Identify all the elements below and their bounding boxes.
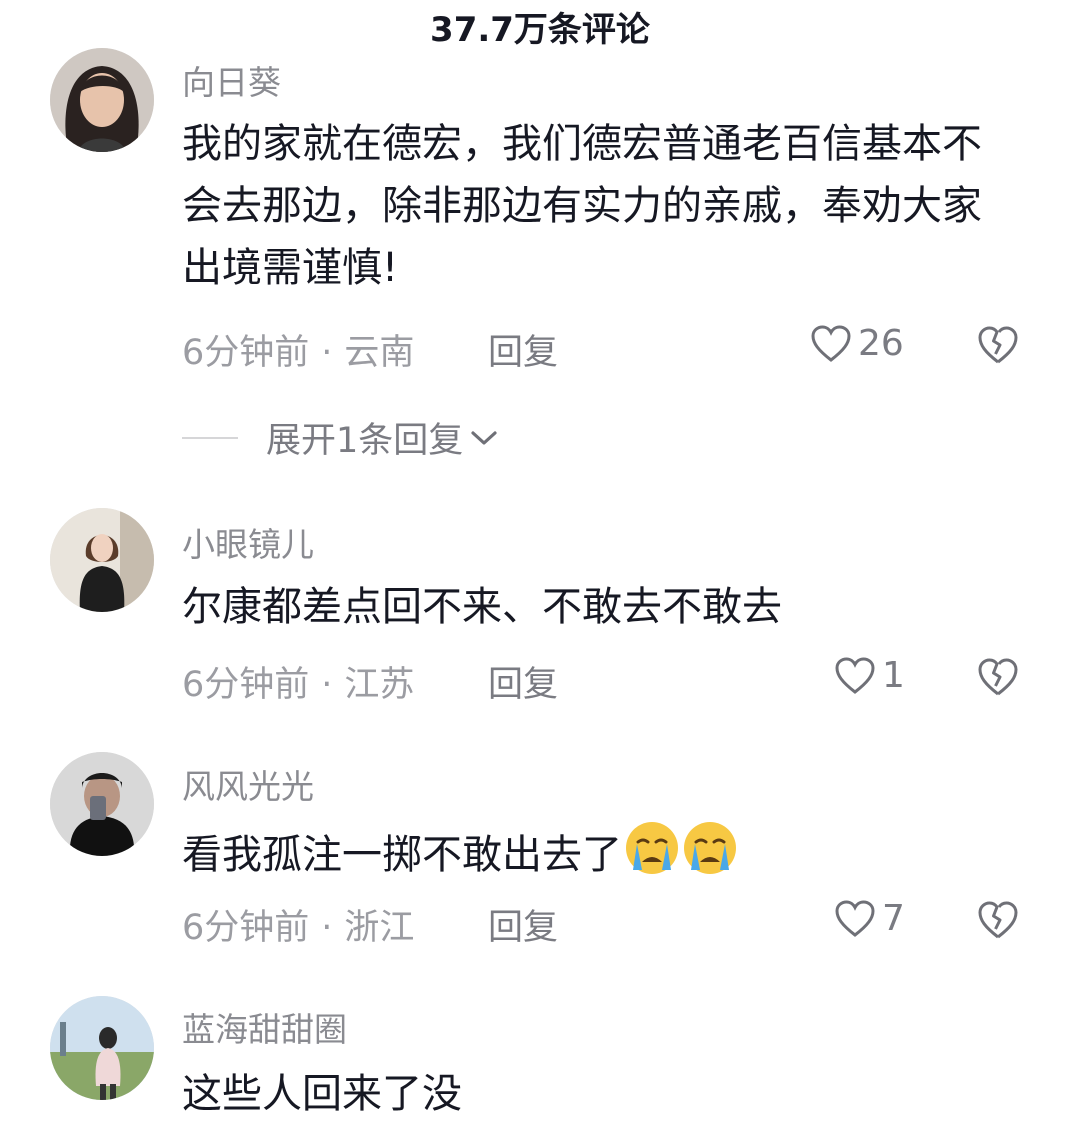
reply-button[interactable]: 回复 xyxy=(488,656,558,707)
comment-username[interactable]: 小眼镜儿 xyxy=(182,518,314,566)
comment-location: 云南 xyxy=(344,333,415,373)
broken-heart-outline-icon[interactable] xyxy=(976,656,1020,698)
like-count: 1 xyxy=(882,655,905,696)
meta-separator: · xyxy=(321,333,333,373)
meta-separator: · xyxy=(321,908,333,948)
like-button[interactable]: 7 xyxy=(834,898,905,939)
like-button[interactable]: 1 xyxy=(834,655,905,696)
like-count: 7 xyxy=(882,898,905,939)
heart-outline-icon xyxy=(835,656,875,694)
comment-meta: 6分钟前 · 江苏 xyxy=(182,656,414,707)
comments-count-title: 37.7万条评论 xyxy=(430,10,650,50)
comment-text: 看我孤注一掷不敢出去了 xyxy=(182,820,1012,886)
comment-username[interactable]: 向日葵 xyxy=(182,56,281,104)
heart-outline-icon xyxy=(835,899,875,937)
chevron-down-icon xyxy=(471,430,497,445)
reply-button[interactable]: 回复 xyxy=(488,324,558,375)
meta-separator: · xyxy=(321,665,333,705)
comment-username[interactable]: 风风光光 xyxy=(182,760,314,808)
expand-replies-button[interactable]: 展开1条回复 xyxy=(182,412,499,463)
reply-button[interactable]: 回复 xyxy=(488,899,558,950)
comment-time: 6分钟前 xyxy=(182,333,310,373)
comment-text: 我的家就在德宏，我们德宏普通老百信基本不会去那边，除非那边有实力的亲戚，奉劝大家… xyxy=(182,121,982,291)
comment-username[interactable]: 蓝海甜甜圈 xyxy=(182,1003,347,1051)
crying-face-icon xyxy=(626,822,678,874)
crying-face-icon xyxy=(684,822,736,874)
avatar[interactable] xyxy=(50,508,154,612)
comment-text: 这些人回来了没 xyxy=(182,1071,462,1117)
comment-text: 尔康都差点回不来、不敢去不敢去 xyxy=(182,584,782,630)
avatar[interactable] xyxy=(50,752,154,856)
comment-time: 6分钟前 xyxy=(182,665,310,705)
heart-outline-icon xyxy=(811,324,851,362)
comment-meta: 6分钟前 · 云南 xyxy=(182,324,414,375)
broken-heart-outline-icon[interactable] xyxy=(976,324,1020,366)
expand-replies-label: 展开1条回复 xyxy=(266,421,464,461)
comment-meta: 6分钟前 · 浙江 xyxy=(182,899,414,950)
avatar[interactable] xyxy=(50,996,154,1100)
comment-text-content: 看我孤注一掷不敢出去了 xyxy=(182,832,622,878)
comment-location: 浙江 xyxy=(344,908,415,948)
comment-time: 6分钟前 xyxy=(182,908,310,948)
like-button[interactable]: 26 xyxy=(810,323,904,364)
like-count: 26 xyxy=(858,323,904,364)
broken-heart-outline-icon[interactable] xyxy=(976,899,1020,941)
comment-location: 江苏 xyxy=(344,665,415,705)
avatar[interactable] xyxy=(50,48,154,152)
divider-line xyxy=(182,436,238,439)
